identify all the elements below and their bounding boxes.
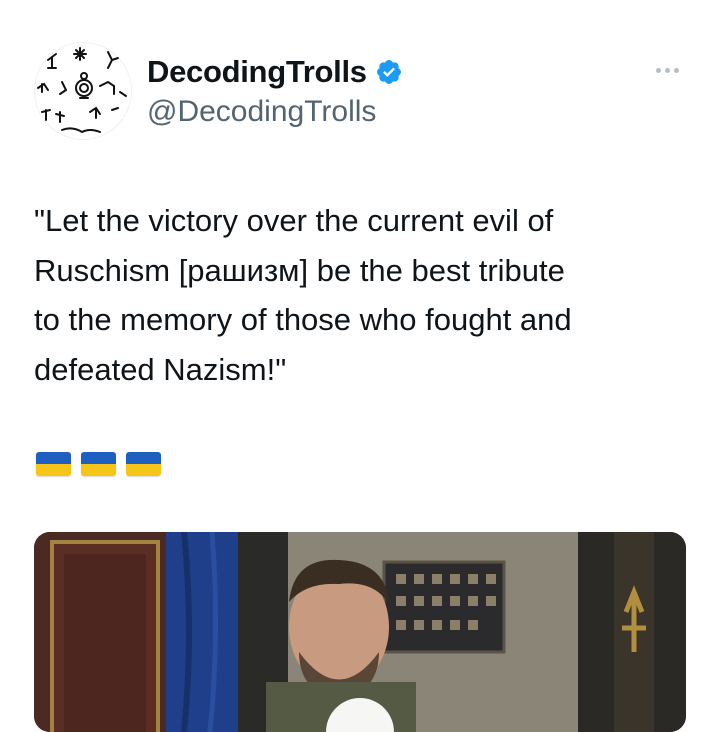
flag-emojis xyxy=(36,452,161,476)
author-name-row[interactable]: DecodingTrolls xyxy=(147,54,403,90)
tweet-text: "Let the victory over the current evil o… xyxy=(34,203,572,387)
ukraine-flag-icon xyxy=(36,452,71,476)
ellipsis-icon xyxy=(656,67,661,73)
ukraine-flag-icon xyxy=(81,452,116,476)
author-display-name[interactable]: DecodingTrolls xyxy=(147,54,367,90)
author-handle[interactable]: @DecodingTrolls xyxy=(147,94,376,130)
tweet-video-thumbnail[interactable] xyxy=(34,532,686,732)
ellipsis-icon xyxy=(674,67,679,73)
verified-badge-icon xyxy=(375,58,403,86)
video-frame-image xyxy=(34,532,686,732)
avatar[interactable] xyxy=(34,42,132,140)
ellipsis-icon xyxy=(665,67,670,73)
ukraine-flag-icon xyxy=(126,452,161,476)
more-options-button[interactable] xyxy=(656,62,686,78)
avatar-glyphs-icon xyxy=(37,47,127,134)
